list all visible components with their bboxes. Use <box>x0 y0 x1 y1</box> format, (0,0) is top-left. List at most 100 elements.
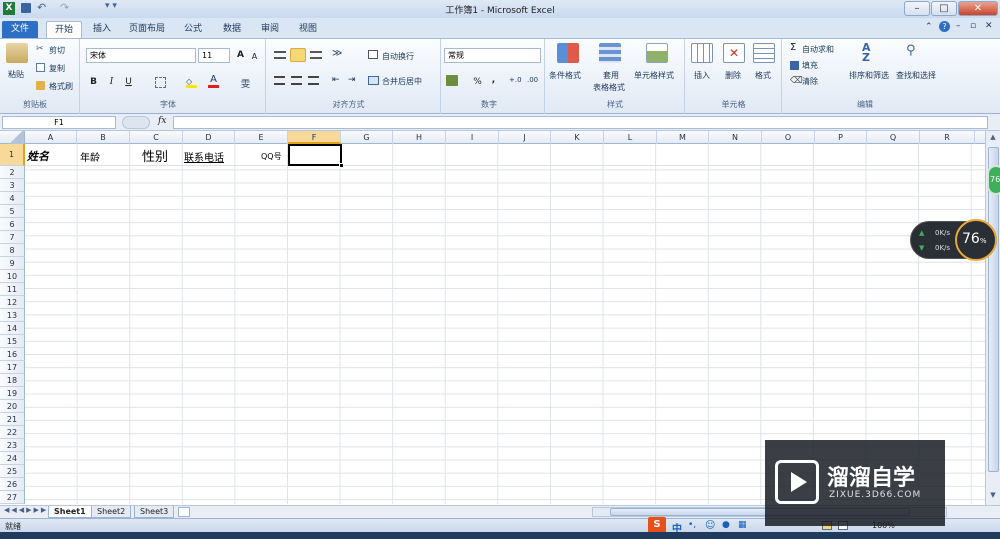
col-header-i[interactable]: I <box>446 131 499 144</box>
tab-formulas[interactable]: 公式 <box>176 21 210 38</box>
col-header-l[interactable]: L <box>604 131 657 144</box>
align-middle-icon[interactable] <box>290 48 306 62</box>
align-left-icon[interactable] <box>274 76 285 85</box>
col-header-q[interactable]: Q <box>867 131 920 144</box>
col-header-j[interactable]: J <box>499 131 551 144</box>
col-header-f[interactable]: F <box>288 131 341 144</box>
row-header-2[interactable]: 2 <box>0 166 25 179</box>
row-header-25[interactable]: 25 <box>0 465 25 478</box>
row-header-12[interactable]: 12 <box>0 296 25 309</box>
row-header-5[interactable]: 5 <box>0 205 25 218</box>
increase-indent-icon[interactable]: ⇥ <box>348 75 356 85</box>
tab-review[interactable]: 审阅 <box>253 21 287 38</box>
row-header-1[interactable]: 1 <box>0 144 25 166</box>
tab-home[interactable]: 开始 <box>46 21 83 38</box>
row-header-15[interactable]: 15 <box>0 335 25 348</box>
comma-style-button[interactable]: , <box>487 74 500 87</box>
paste-button[interactable]: 粘贴 <box>8 69 24 80</box>
col-header-b[interactable]: B <box>77 131 130 144</box>
ime-keyboard-icon[interactable]: ▦ <box>738 520 747 530</box>
row-header-18[interactable]: 18 <box>0 374 25 387</box>
grow-font-button[interactable]: A <box>234 49 247 62</box>
col-header-a[interactable]: A <box>25 131 77 144</box>
row-header-27[interactable]: 27 <box>0 491 25 504</box>
sheet-tab-3[interactable]: Sheet3 <box>134 506 175 518</box>
orientation-icon[interactable]: ≫ <box>332 48 342 59</box>
memory-usage-ball[interactable]: 76% <box>955 219 997 261</box>
close-button[interactable]: ✕ <box>958 1 998 16</box>
col-header-o[interactable]: O <box>762 131 815 144</box>
find-select-button[interactable]: 查找和选择 <box>896 70 936 81</box>
formula-cancel-icon[interactable] <box>122 116 150 129</box>
col-header-e[interactable]: E <box>235 131 288 144</box>
cell-a1[interactable]: 姓名 <box>27 148 49 164</box>
cell-styles-button[interactable]: 单元格样式 <box>634 70 674 81</box>
col-header-m[interactable]: M <box>657 131 709 144</box>
clear-button[interactable]: 清除 <box>802 76 818 87</box>
tab-view[interactable]: 视图 <box>291 21 325 38</box>
new-sheet-icon[interactable] <box>178 507 190 517</box>
fill-button[interactable]: 填充 <box>802 60 818 71</box>
col-header-r[interactable]: R <box>920 131 975 144</box>
align-bottom-icon[interactable] <box>310 51 322 59</box>
underline-button[interactable]: U <box>122 76 135 89</box>
row-header-4[interactable]: 4 <box>0 192 25 205</box>
row-header-13[interactable]: 13 <box>0 309 25 322</box>
conditional-format-button[interactable]: 条件格式 <box>549 70 581 81</box>
merge-center-button[interactable]: 合并后居中 <box>382 76 422 87</box>
number-format-select[interactable]: 常规 <box>444 48 541 63</box>
workbook-restore-icon[interactable]: ▫ <box>970 21 976 31</box>
autosum-button[interactable]: 自动求和 <box>802 44 834 55</box>
sheet-nav-icons[interactable]: ◀◀◀▶▶▶ <box>4 506 48 514</box>
row-header-10[interactable]: 10 <box>0 270 25 283</box>
insert-cells-button[interactable]: 插入 <box>694 70 710 81</box>
formula-input[interactable] <box>173 116 988 129</box>
col-header-h[interactable]: H <box>393 131 446 144</box>
borders-icon[interactable] <box>155 77 166 88</box>
scroll-up-icon[interactable]: ▲ <box>987 133 999 144</box>
sort-filter-icon[interactable]: AZ <box>862 42 884 63</box>
copy-icon[interactable] <box>36 63 45 72</box>
decrease-decimal-icon[interactable]: .00 <box>527 76 538 84</box>
format-painter-button[interactable]: 格式刷 <box>49 81 73 92</box>
row-header-11[interactable]: 11 <box>0 283 25 296</box>
col-header-p[interactable]: P <box>815 131 867 144</box>
scroll-thumb[interactable] <box>988 147 999 472</box>
row-header-26[interactable]: 26 <box>0 478 25 491</box>
align-top-icon[interactable] <box>274 51 286 59</box>
row-header-6[interactable]: 6 <box>0 218 25 231</box>
scroll-down-icon[interactable]: ▼ <box>987 491 999 502</box>
font-size-select[interactable]: 11 <box>198 48 230 63</box>
font-name-select[interactable]: 宋体 <box>86 48 196 63</box>
increase-decimal-icon[interactable]: +.0 <box>509 76 522 84</box>
ime-emoji-icon[interactable]: ☺ <box>705 520 715 531</box>
fill-color-icon[interactable]: ◇ <box>186 77 197 88</box>
wrap-text-icon[interactable] <box>368 50 378 59</box>
align-center-icon[interactable] <box>291 76 302 85</box>
fill-handle[interactable] <box>339 163 344 168</box>
row-header-3[interactable]: 3 <box>0 179 25 192</box>
format-as-table-line1[interactable]: 套用 <box>603 70 619 81</box>
workbook-minimize-icon[interactable]: – <box>956 21 961 31</box>
decrease-indent-icon[interactable]: ⇤ <box>332 75 340 85</box>
align-right-icon[interactable] <box>308 76 319 85</box>
col-header-g[interactable]: G <box>341 131 393 144</box>
format-painter-icon[interactable] <box>36 81 45 90</box>
row-header-7[interactable]: 7 <box>0 231 25 244</box>
bold-button[interactable]: B <box>87 76 100 89</box>
merge-center-icon[interactable] <box>368 76 379 85</box>
tab-insert[interactable]: 插入 <box>85 21 119 38</box>
tab-page-layout[interactable]: 页面布局 <box>121 21 173 38</box>
format-as-table-icon[interactable] <box>599 43 621 63</box>
row-header-16[interactable]: 16 <box>0 348 25 361</box>
cell-styles-icon[interactable] <box>646 43 668 63</box>
cut-icon[interactable]: ✂ <box>36 44 44 54</box>
maximize-button[interactable]: □ <box>931 1 957 16</box>
minimize-ribbon-icon[interactable]: ⌃ <box>925 22 933 32</box>
ime-logo-icon[interactable]: S <box>648 517 666 533</box>
clear-icon[interactable]: ⌫ <box>790 76 803 86</box>
ime-punct-indicator[interactable]: •, <box>688 520 696 530</box>
col-header-d[interactable]: D <box>183 131 235 144</box>
insert-function-button[interactable]: fx <box>158 116 166 126</box>
format-cells-button[interactable]: 格式 <box>755 70 771 81</box>
